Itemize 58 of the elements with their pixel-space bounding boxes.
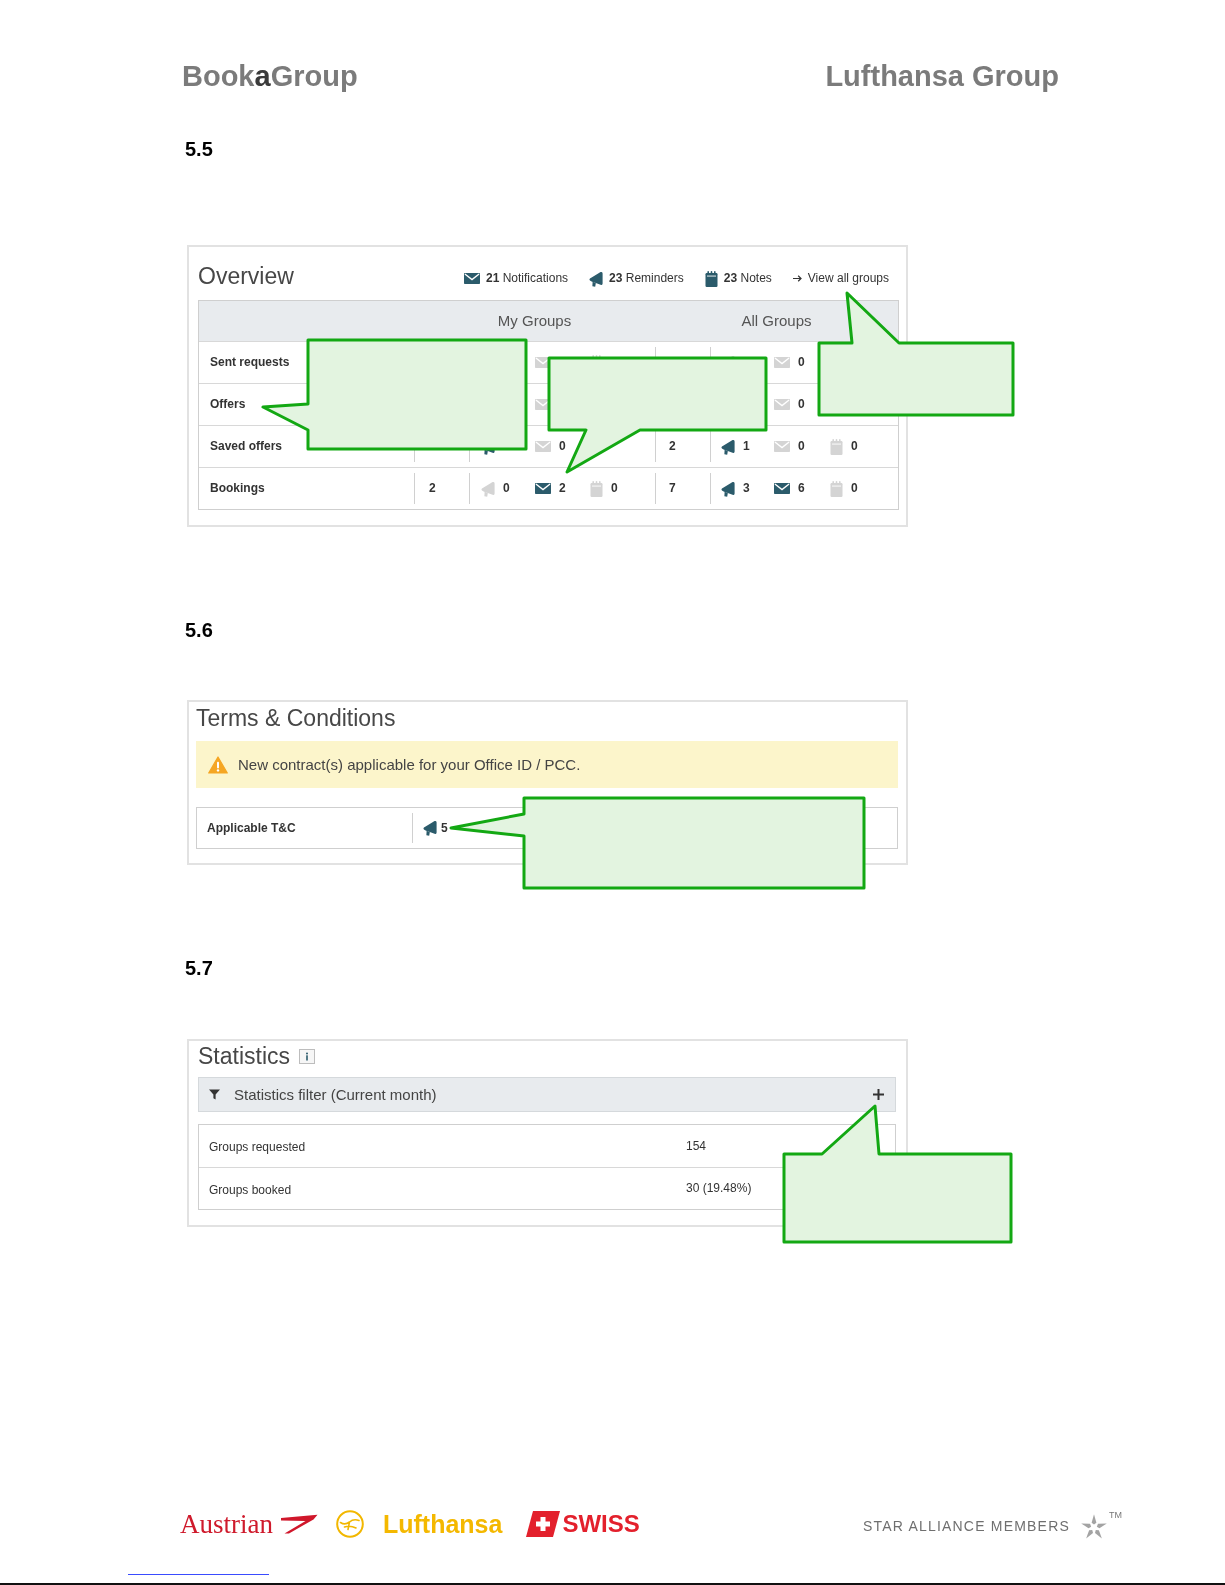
row-label: Sent requests [210, 355, 290, 370]
airline-wordmark: SWISS [562, 1509, 640, 1539]
star-icon [1079, 1513, 1109, 1539]
table-cell: 7 [669, 481, 676, 496]
table-cell: 2 [429, 481, 436, 496]
view-all-link[interactable]: View all groups [807, 271, 889, 286]
section-number: 5.7 [185, 956, 213, 980]
summary-link[interactable]: 21 Notifications [486, 271, 569, 286]
info-icon[interactable] [299, 1048, 316, 1064]
summary-link[interactable]: 23 Reminders [609, 271, 684, 286]
summary-link[interactable]: 23 Notes [723, 271, 772, 286]
section-number: 5.5 [185, 137, 213, 161]
warning-icon [208, 755, 228, 774]
bird-in-circle-icon [336, 1510, 364, 1538]
row-label: Offers [210, 397, 246, 412]
table-cell: 0 [851, 481, 858, 496]
table-cell: 0 [798, 397, 805, 412]
row-label: Applicable T&C [207, 820, 296, 836]
column-header: My Groups [497, 312, 572, 330]
table-cell: 154 [686, 1138, 707, 1154]
filter-label: Statistics filter (Current month) [234, 1085, 437, 1104]
table-cell: 5 [441, 820, 448, 836]
table-cell: 30 (19.48%) [686, 1181, 752, 1196]
airline-wordmark: Austrian [180, 1509, 273, 1539]
table-cell: 0 [559, 439, 566, 454]
table-cell: 0 [798, 439, 805, 454]
notepad-icon [704, 270, 718, 287]
section-number: 5.6 [185, 618, 213, 642]
company-logo: Lufthansa Group [825, 59, 1059, 93]
table-cell: 2 [559, 481, 566, 496]
swoosh-icon [278, 1514, 318, 1534]
row-label: Groups booked [209, 1182, 292, 1197]
table-cell: 6 [798, 481, 805, 496]
cross-flag-icon [526, 1511, 561, 1537]
row-label: Saved offers [210, 439, 283, 454]
table-cell: 3 [743, 481, 750, 496]
table-cell: 1 [743, 439, 750, 454]
plus-icon[interactable] [873, 1089, 884, 1100]
product-logo: BookaGroup [182, 59, 358, 93]
row-label: Bookings [210, 481, 265, 496]
alliance-wordmark: STAR ALLIANCE MEMBERS [863, 1518, 1070, 1535]
column-header: All Groups [741, 312, 812, 330]
envelope-icon [464, 273, 480, 284]
table-cell: 0 [798, 355, 805, 370]
panel-title: Overview [198, 261, 294, 290]
table-cell: 0 [611, 481, 618, 496]
panel-title: Terms & Conditions [196, 704, 396, 732]
megaphone-icon [589, 270, 604, 287]
table-cell: 0 [851, 439, 858, 454]
panel-title: Statistics [198, 1042, 291, 1070]
row-label: Groups requested [209, 1140, 306, 1154]
airline-wordmark: Lufthansa [383, 1509, 503, 1539]
alert-text: New contract(s) applicable for your Office ID / PCC. [238, 755, 581, 774]
table-cell: 0 [503, 481, 510, 496]
filter-icon [209, 1089, 220, 1100]
trademark-mark: TM [1109, 1510, 1122, 1520]
arrow-right-icon [792, 275, 802, 282]
table-cell: 2 [669, 439, 676, 454]
